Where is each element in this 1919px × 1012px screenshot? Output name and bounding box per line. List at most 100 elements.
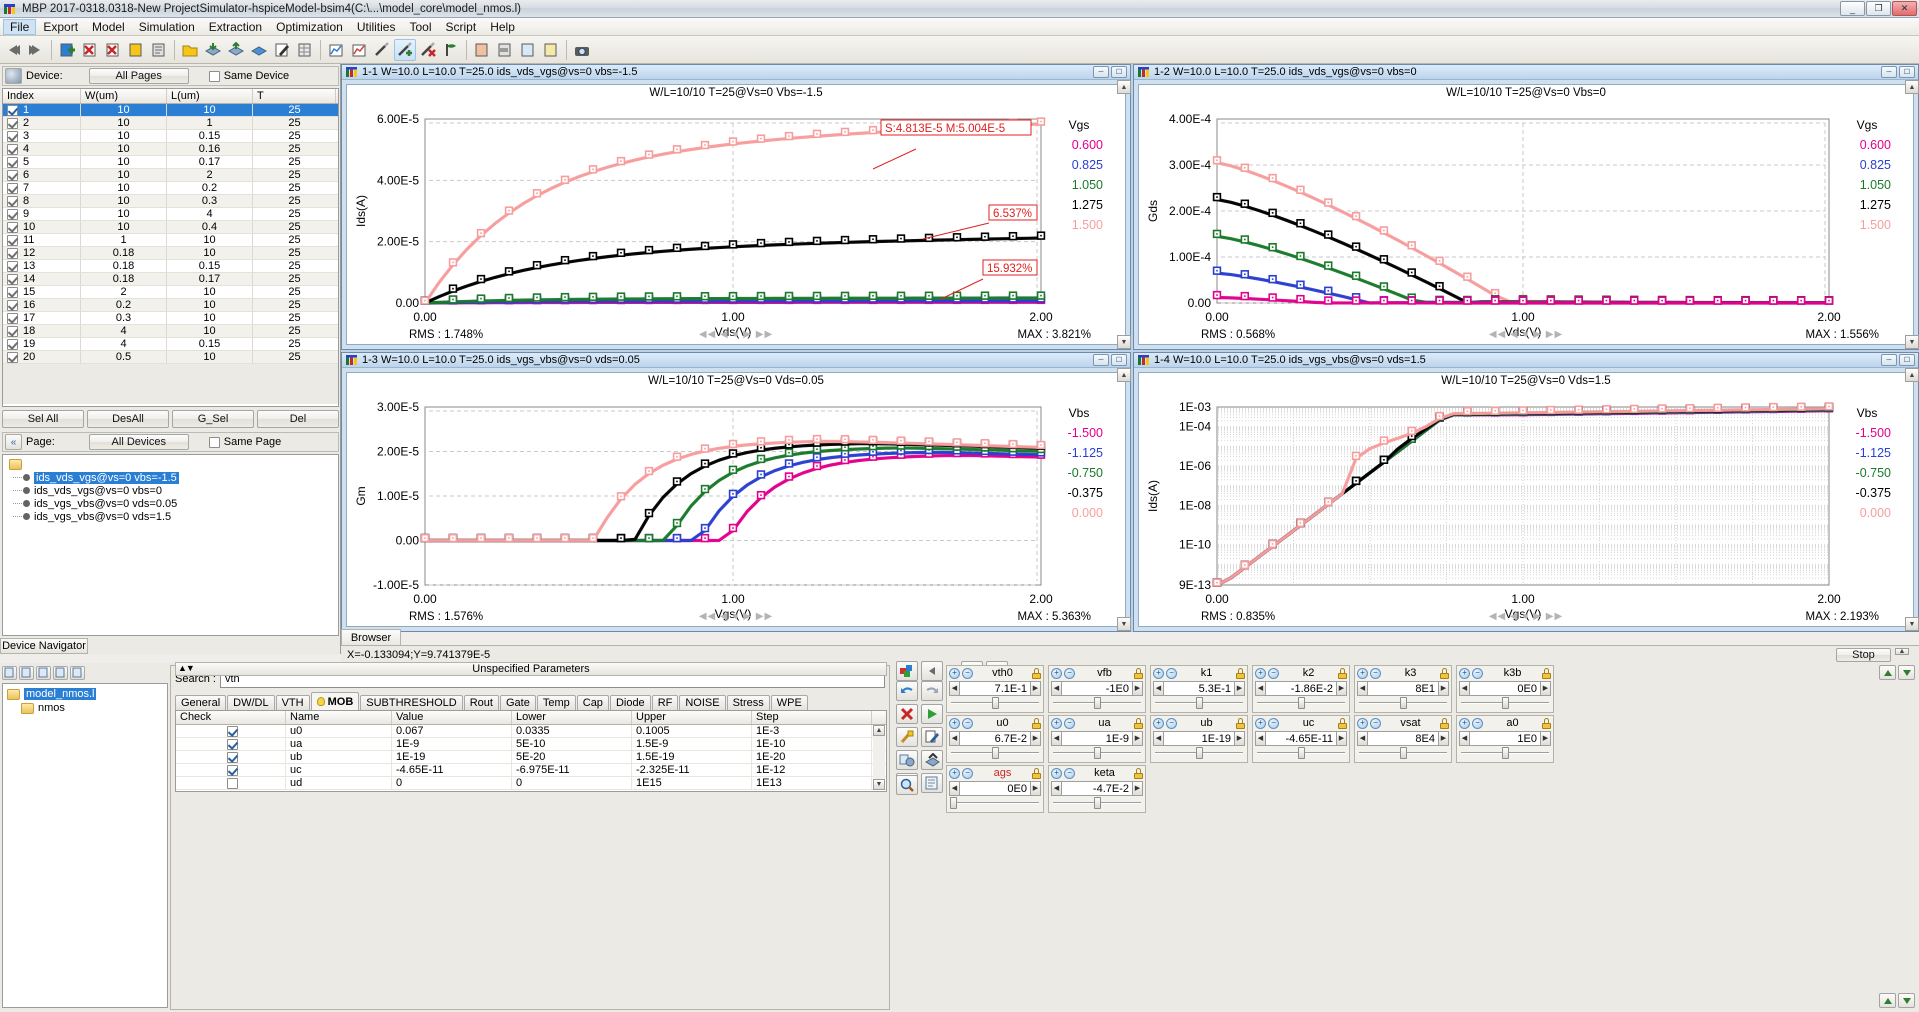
- spinner-value[interactable]: 8E4: [1368, 731, 1438, 746]
- model-tree[interactable]: model_nmos.l nmos: [2, 683, 168, 1008]
- spinner-decrement[interactable]: ◀: [949, 731, 960, 746]
- slider-thumb[interactable]: [1298, 747, 1305, 759]
- clean-icon[interactable]: [896, 727, 918, 747]
- chart-window-1-3[interactable]: 1-3 W=10.0 L=10.0 T=25.0 ids_vgs_vbs@vs=…: [341, 352, 1131, 632]
- model-tree-root[interactable]: model_nmos.l: [7, 687, 167, 701]
- spinner-increment[interactable]: ▶: [1438, 731, 1449, 746]
- link-model-icon[interactable]: [53, 666, 68, 680]
- chart-window-1-1[interactable]: 1-1 W=10.0 L=10.0 T=25.0 ids_vds_vgs@vs=…: [341, 64, 1131, 350]
- increase-range-icon[interactable]: +: [1255, 718, 1266, 729]
- increase-range-icon[interactable]: +: [1357, 668, 1368, 679]
- row-checkbox[interactable]: [7, 300, 18, 311]
- spinner-decrement[interactable]: ◀: [1153, 731, 1164, 746]
- menu-export[interactable]: Export: [36, 19, 85, 35]
- param-upper[interactable]: -2.325E-11: [632, 764, 752, 776]
- param-checkbox[interactable]: [227, 739, 238, 750]
- lock-icon[interactable]: [1236, 718, 1245, 729]
- tab-rf[interactable]: RF: [652, 695, 679, 710]
- spinner-vsat[interactable]: + − vsat ◀ 8E4 ▶: [1354, 715, 1452, 763]
- param-upper[interactable]: 1E15: [632, 777, 752, 789]
- collapse-model-icon[interactable]: [70, 666, 85, 680]
- spinner-increment[interactable]: ▶: [1132, 681, 1143, 696]
- table-row[interactable]: 120.181025: [3, 247, 338, 260]
- ruler-icon[interactable]: [494, 39, 516, 61]
- sel-all-button[interactable]: Sel All: [2, 410, 84, 428]
- menu-extraction[interactable]: Extraction: [202, 19, 269, 35]
- export-icon[interactable]: [225, 39, 247, 61]
- chart-nav-controls[interactable]: ◀◀ ◀ ● ▶ ▶▶: [1489, 611, 1563, 622]
- list-view-icon[interactable]: [148, 39, 170, 61]
- row-checkbox[interactable]: [7, 105, 18, 116]
- lock-icon[interactable]: [1440, 718, 1449, 729]
- spinner-slider[interactable]: [1461, 697, 1549, 709]
- row-checkbox[interactable]: [7, 157, 18, 168]
- spinner-decrement[interactable]: ◀: [1459, 731, 1470, 746]
- tab-dw-dl[interactable]: DW/DL: [227, 695, 274, 710]
- spinner-slider[interactable]: [1359, 697, 1447, 709]
- scroll-up[interactable]: ▲: [1905, 368, 1919, 382]
- slider-thumb[interactable]: [1502, 697, 1509, 709]
- increase-range-icon[interactable]: +: [1459, 718, 1470, 729]
- lock-icon[interactable]: [1134, 718, 1143, 729]
- table-row[interactable]: 170.31025: [3, 312, 338, 325]
- increase-range-icon[interactable]: +: [1153, 718, 1164, 729]
- increase-range-icon[interactable]: +: [1051, 668, 1062, 679]
- table-row[interactable]: uc-4.65E-11-6.975E-11-2.325E-111E-12: [176, 764, 886, 777]
- spinner-value[interactable]: -4.65E-11: [1266, 731, 1336, 746]
- spinner-decrement[interactable]: ◀: [949, 681, 960, 696]
- table-row[interactable]: 4100.1625: [3, 143, 338, 156]
- desall-button[interactable]: DesAll: [87, 410, 169, 428]
- spinner-uc[interactable]: + − uc ◀ -4.65E-11 ▶: [1252, 715, 1350, 763]
- tab-mob[interactable]: MOB: [311, 692, 360, 710]
- del-plot-icon[interactable]: [417, 39, 439, 61]
- increase-range-icon[interactable]: +: [1255, 668, 1266, 679]
- param-col-check[interactable]: Check: [176, 711, 286, 724]
- decrease-range-icon[interactable]: −: [1472, 668, 1483, 679]
- table-row[interactable]: 10100.425: [3, 221, 338, 234]
- maximize-button[interactable]: ❐: [1866, 1, 1891, 16]
- lock-icon[interactable]: [1542, 668, 1551, 679]
- table-row[interactable]: 7100.225: [3, 182, 338, 195]
- increase-range-icon[interactable]: +: [1357, 718, 1368, 729]
- spinner-k2[interactable]: + − k2 ◀ -1.86E-2 ▶: [1252, 665, 1350, 713]
- split-view-icon[interactable]: [125, 39, 147, 61]
- menu-file[interactable]: File: [3, 19, 36, 35]
- scroll-up[interactable]: ▲: [1117, 80, 1131, 94]
- page-tree-item-3[interactable]: ids_vgs_vbs@vs=0 vds=1.5: [23, 510, 338, 523]
- spinner-slider[interactable]: [1155, 747, 1243, 759]
- browser-tab[interactable]: Browser: [341, 629, 401, 645]
- spinner-increment[interactable]: ▶: [1030, 731, 1041, 746]
- scroll-down[interactable]: ▼: [1117, 617, 1131, 631]
- row-checkbox[interactable]: [7, 248, 18, 259]
- spinner-decrement[interactable]: ◀: [1357, 731, 1368, 746]
- menu-script[interactable]: Script: [439, 19, 484, 35]
- row-checkbox[interactable]: [7, 170, 18, 181]
- chart-plot-1-2[interactable]: 4.00E-43.00E-42.00E-41.00E-40.000.001.00…: [1139, 99, 1915, 357]
- table-icon[interactable]: [294, 39, 316, 61]
- lock-icon[interactable]: [1032, 718, 1041, 729]
- device-col-w-um-[interactable]: W(um): [81, 89, 167, 103]
- param-lower[interactable]: 5E-10: [512, 738, 632, 750]
- spinner-decrement[interactable]: ◀: [1051, 731, 1062, 746]
- green-flag-icon[interactable]: [440, 39, 462, 61]
- increase-range-icon[interactable]: +: [949, 668, 960, 679]
- param-step[interactable]: 1E13: [752, 777, 872, 789]
- row-checkbox[interactable]: [7, 222, 18, 233]
- row-checkbox[interactable]: [7, 261, 18, 272]
- tab-cap[interactable]: Cap: [577, 695, 609, 710]
- spinner-k3b[interactable]: + − k3b ◀ 0E0 ▶: [1456, 665, 1554, 713]
- scroll-down[interactable]: ▼: [1117, 335, 1131, 349]
- param-checkbox[interactable]: [227, 778, 238, 789]
- lock-icon[interactable]: [1032, 768, 1041, 779]
- plot2-icon[interactable]: [348, 39, 370, 61]
- table-row[interactable]: ub1E-195E-201.5E-191E-20: [176, 751, 886, 764]
- spinner-slider[interactable]: [951, 747, 1039, 759]
- param-lower[interactable]: 5E-20: [512, 751, 632, 763]
- spinner-ub[interactable]: + − ub ◀ 1E-19 ▶: [1150, 715, 1248, 763]
- plot1-icon[interactable]: [325, 39, 347, 61]
- param-step[interactable]: 1E-3: [752, 725, 872, 737]
- spinner-increment[interactable]: ▶: [1234, 681, 1245, 696]
- open-folder-icon[interactable]: [179, 39, 201, 61]
- spinner-value[interactable]: 0E0: [960, 781, 1030, 796]
- note-icon[interactable]: [540, 39, 562, 61]
